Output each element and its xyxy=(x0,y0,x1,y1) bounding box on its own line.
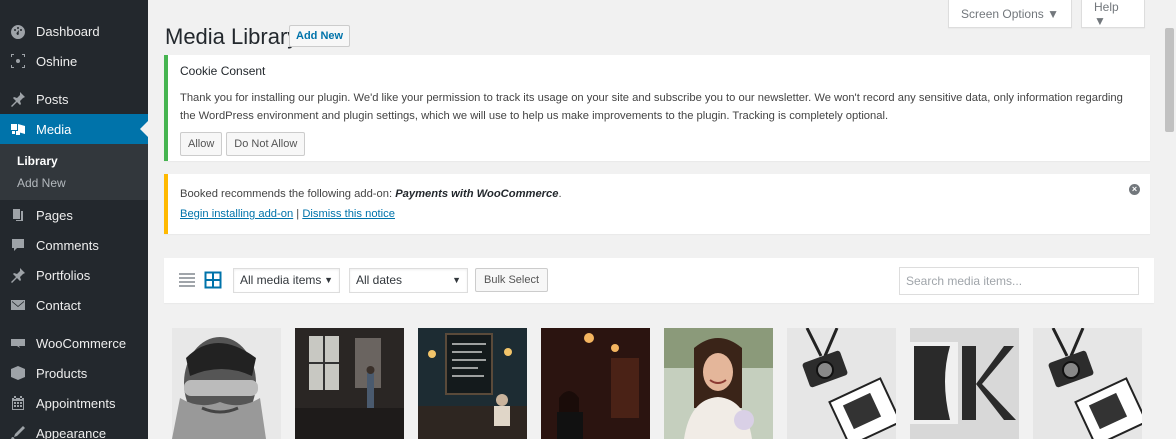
sidebar-item-oshine[interactable]: Oshine xyxy=(0,46,148,76)
grid-view-icon[interactable] xyxy=(204,271,222,289)
main-content: Screen Options ▼ Help ▼ Media Library Ad… xyxy=(148,0,1176,439)
media-thumbnail[interactable] xyxy=(664,328,773,439)
close-icon[interactable]: × xyxy=(1129,184,1140,195)
begin-installing-link[interactable]: Begin installing add-on xyxy=(180,208,293,220)
sidebar-item-appearance[interactable]: Appearance xyxy=(0,418,148,439)
comments-icon xyxy=(0,237,36,253)
calendar-icon xyxy=(0,395,36,411)
pages-icon xyxy=(0,207,36,223)
sidebar-item-label: Media xyxy=(36,121,72,137)
sidebar-item-label: Appointments xyxy=(36,395,116,411)
media-type-filter[interactable]: All media items ▼ xyxy=(233,268,340,293)
sidebar-item-label: Oshine xyxy=(36,53,78,69)
screen-options-button[interactable]: Screen Options ▼ xyxy=(948,0,1072,28)
notice-title: Cookie Consent xyxy=(180,64,266,78)
do-not-allow-button[interactable]: Do Not Allow xyxy=(226,132,306,156)
sidebar-item-posts[interactable]: Posts xyxy=(0,84,148,114)
sidebar-item-label: Appearance xyxy=(36,425,107,439)
sidebar-item-dashboard[interactable]: Dashboard xyxy=(0,16,148,46)
media-thumbnail[interactable] xyxy=(295,328,404,439)
addon-name: Payments with WooCommerce xyxy=(395,188,559,200)
sidebar-item-pages[interactable]: Pages xyxy=(0,200,148,230)
page-scrollbar[interactable] xyxy=(1161,0,1176,439)
dashboard-icon xyxy=(0,23,36,39)
media-toolbar: All media items ▼ All dates ▼ Bulk Select xyxy=(164,258,1154,303)
booked-addon-notice: Booked recommends the following add-on: … xyxy=(164,174,1150,234)
media-icon xyxy=(0,121,36,137)
cookie-consent-notice: Cookie Consent Thank you for installing … xyxy=(164,55,1150,161)
sidebar-item-products[interactable]: Products xyxy=(0,358,148,388)
search-input[interactable] xyxy=(899,267,1139,295)
appearance-icon xyxy=(0,425,36,439)
sidebar-item-appointments[interactable]: Appointments xyxy=(0,388,148,418)
media-thumbnail[interactable] xyxy=(541,328,650,439)
sidebar-item-portfolios[interactable]: Portfolios xyxy=(0,260,148,290)
notice-text: Booked recommends the following add-on: … xyxy=(180,188,562,200)
sidebar-item-label: Comments xyxy=(36,237,99,253)
sidebar-item-label: Pages xyxy=(36,207,73,223)
sidebar-item-label: Contact xyxy=(36,297,81,313)
page-title: Media Library xyxy=(165,24,299,49)
date-filter[interactable]: All dates ▼ xyxy=(349,268,468,293)
media-thumbnail[interactable] xyxy=(787,328,896,439)
sidebar-item-comments[interactable]: Comments xyxy=(0,230,148,260)
media-thumbnail[interactable] xyxy=(172,328,281,439)
pin-icon xyxy=(0,91,36,107)
products-icon xyxy=(0,365,36,381)
submenu-item-add-new[interactable]: Add New xyxy=(0,172,148,194)
dismiss-notice-link[interactable]: Dismiss this notice xyxy=(302,208,395,220)
sidebar-item-label: Portfolios xyxy=(36,267,91,283)
sidebar-item-woocommerce[interactable]: WooCommerce xyxy=(0,328,148,358)
media-thumbnail[interactable] xyxy=(1033,328,1142,439)
pin-icon xyxy=(0,267,36,283)
bulk-select-button[interactable]: Bulk Select xyxy=(475,268,549,292)
add-new-button[interactable]: Add New xyxy=(289,25,351,47)
list-view-icon[interactable] xyxy=(178,271,196,289)
media-submenu: Library Add New xyxy=(0,144,148,200)
notice-text: Thank you for installing our plugin. We'… xyxy=(180,92,1123,122)
sidebar-item-label: WooCommerce xyxy=(36,335,127,351)
admin-sidebar: Dashboard Oshine Posts Media Library Add… xyxy=(0,0,148,439)
sidebar-item-contact[interactable]: Contact xyxy=(0,290,148,320)
allow-button[interactable]: Allow xyxy=(180,132,223,156)
oshine-icon xyxy=(0,53,36,69)
sidebar-item-media[interactable]: Media xyxy=(0,114,148,144)
sidebar-item-label: Dashboard xyxy=(36,23,100,39)
media-thumbnail[interactable] xyxy=(910,328,1019,439)
mail-icon xyxy=(0,297,36,313)
submenu-item-library[interactable]: Library xyxy=(0,150,148,172)
help-button[interactable]: Help ▼ xyxy=(1081,0,1145,28)
media-thumbnail[interactable] xyxy=(418,328,527,439)
sidebar-item-label: Products xyxy=(36,365,88,381)
sidebar-item-label: Posts xyxy=(36,91,69,107)
woocommerce-icon xyxy=(0,335,36,351)
